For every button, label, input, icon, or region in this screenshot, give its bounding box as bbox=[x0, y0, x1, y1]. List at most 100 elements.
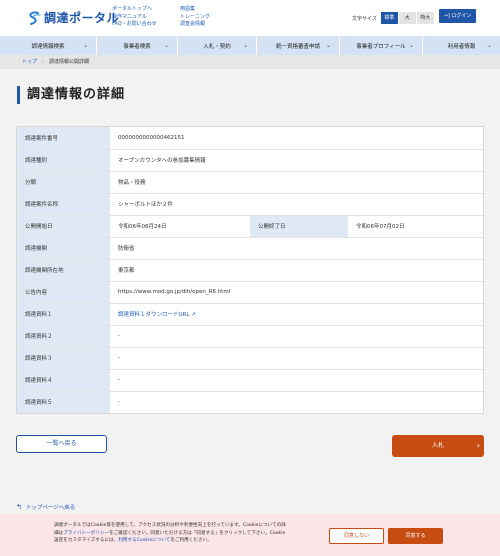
table-row: 調達機関所在地 東京都 bbox=[17, 259, 483, 282]
chevron-down-icon: ⌄ bbox=[163, 42, 169, 49]
agency-value: 防衛省 bbox=[110, 237, 483, 260]
nav-label: 事業者検索 bbox=[123, 43, 151, 50]
breadcrumb: トップ › 調達情報公開詳細 bbox=[0, 55, 500, 69]
nav-label: 入札・契約 bbox=[203, 43, 231, 50]
table-row: 調達案件名称 シャーボルトほか２件 bbox=[17, 193, 483, 216]
nav-label: 利用者情報 bbox=[447, 43, 476, 50]
chevron-right-icon: › bbox=[476, 441, 480, 450]
table-row: 調達資料４ - bbox=[17, 369, 483, 392]
global-nav: 調達情報検索 ⌄ 事業者検索 ⌄ 入札・契約 ⌄ 統一資格審査申請 ⌄ 事業者プ… bbox=[0, 36, 500, 55]
table-row: 調達種別 オープンカウンタへの参加募集情報 bbox=[17, 149, 483, 172]
header-links-secondary: 用語集 トレーニング 調査会情報 bbox=[180, 6, 210, 29]
manual-link[interactable]: 操作マニュアル bbox=[112, 14, 157, 22]
login-icon: →] bbox=[443, 13, 450, 19]
cookie-accept-button[interactable]: 同意する bbox=[388, 528, 443, 544]
nav-business-profile[interactable]: 事業者プロフィール ⌄ bbox=[340, 36, 422, 55]
doc1-cell: 調達資料１ダウンロードURL ↗ bbox=[110, 303, 483, 326]
back-to-top-link[interactable]: ↰ トップページへ戻る bbox=[16, 503, 75, 511]
doc5-value: - bbox=[110, 391, 483, 413]
font-size-xlarge-button[interactable]: 特大 bbox=[416, 12, 435, 24]
nav-label: 統一資格審査申請 bbox=[275, 43, 320, 50]
font-size-label: 文字サイズ bbox=[352, 15, 377, 22]
pub-start-label: 公開開始日 bbox=[17, 215, 110, 238]
doc3-label: 調達資料３ bbox=[17, 347, 110, 370]
back-to-list-button[interactable]: 一覧へ戻る bbox=[16, 435, 107, 453]
doc1-download-link[interactable]: 調達資料１ダウンロードURL bbox=[118, 312, 189, 318]
breadcrumb-current: 調達情報公開詳細 bbox=[49, 59, 90, 65]
table-row: 調達資料３ - bbox=[17, 347, 483, 370]
chevron-down-icon: ⌄ bbox=[408, 42, 414, 49]
breadcrumb-top-link[interactable]: トップ bbox=[22, 59, 37, 65]
cookie-line-2: 細はプライバシーポリシーをご確認ください。同意いただける方は「同意する」をクリッ… bbox=[54, 530, 317, 538]
content-value: https://www.mod.go.jp/dih/open_R6.html bbox=[110, 281, 483, 304]
cookie-text-segment: をご利用ください。 bbox=[170, 538, 212, 544]
category-value: 物品・役務 bbox=[110, 171, 483, 194]
pub-end-label: 公開終了日 bbox=[250, 215, 348, 238]
back-to-top-label: トップページへ戻る bbox=[25, 505, 76, 511]
cookie-deny-button[interactable]: 同意しない bbox=[329, 528, 384, 544]
detail-table: 調達案件番号 0000000000000462151 調達種別 オープンカウンタ… bbox=[17, 127, 483, 413]
nav-label: 調達情報検索 bbox=[31, 43, 65, 50]
case-number-label: 調達案件番号 bbox=[17, 127, 110, 150]
type-label: 調達種別 bbox=[17, 149, 110, 172]
glossary-link[interactable]: 用語集 bbox=[180, 6, 210, 14]
nav-procurement-search[interactable]: 調達情報検索 ⌄ bbox=[0, 36, 96, 55]
nav-business-search[interactable]: 事業者検索 ⌄ bbox=[97, 36, 177, 55]
cookie-line-1: 調達ポータルではCookie等を使用して、アクセス状況の分析や利便性向上を行って… bbox=[54, 523, 286, 528]
login-label: ログイン bbox=[451, 13, 472, 19]
case-number-value: 0000000000000462151 bbox=[110, 127, 483, 150]
cookie-banner: 調達ポータルではCookie等を使用して、アクセス状況の分析や利便性向上を行って… bbox=[0, 514, 500, 556]
agency-label: 調達機関 bbox=[17, 237, 110, 260]
location-value: 東京都 bbox=[110, 259, 483, 282]
training-link[interactable]: トレーニング bbox=[180, 14, 210, 22]
login-button[interactable]: →] ログイン bbox=[439, 9, 476, 23]
nav-bid-contract[interactable]: 入札・契約 ⌄ bbox=[178, 36, 256, 55]
table-row: 公開開始日 令和06年06月24日 公開終了日 令和06年07月02日 bbox=[17, 215, 483, 238]
table-row: 公告内容 https://www.mod.go.jp/dih/open_R6.h… bbox=[17, 281, 483, 304]
faq-link[interactable]: FAQ・お問い合わせ bbox=[112, 21, 157, 29]
cookie-message: 調達ポータルではCookie等を使用して、アクセス状況の分析や利便性向上を行って… bbox=[54, 522, 317, 545]
type-value: オープンカウンタへの参加募集情報 bbox=[110, 149, 483, 172]
site-header: 調達ポータル ポータルトップへ 操作マニュアル FAQ・お問い合わせ 用語集 ト… bbox=[0, 0, 500, 36]
site-logo[interactable]: 調達ポータル bbox=[26, 9, 119, 26]
chevron-down-icon: ⌄ bbox=[486, 42, 492, 49]
table-row: 調達資料２ - bbox=[17, 325, 483, 348]
font-size-large-button[interactable]: 大 bbox=[398, 12, 417, 24]
privacy-policy-link[interactable]: プライバシーポリシー bbox=[63, 531, 109, 536]
font-size-standard-button[interactable]: 標準 bbox=[380, 12, 399, 24]
pub-end-value: 令和06年07月02日 bbox=[348, 215, 483, 238]
name-value: シャーボルトほか２件 bbox=[110, 193, 483, 216]
cookie-text-segment: をご確認ください。同意いただける方は「同意する」をクリックして下さい。Cooki… bbox=[109, 530, 286, 536]
page-title: 調達情報の詳細 bbox=[17, 86, 125, 104]
name-label: 調達案件名称 bbox=[17, 193, 110, 216]
external-link-icon: ↗ bbox=[191, 312, 196, 318]
pub-start-value: 令和06年06月24日 bbox=[110, 215, 250, 238]
table-row: 調達案件番号 0000000000000462151 bbox=[17, 127, 483, 150]
table-row: 調達機関 防衛省 bbox=[17, 237, 483, 260]
nav-qualification[interactable]: 統一資格審査申請 ⌄ bbox=[257, 36, 339, 55]
content-label: 公告内容 bbox=[17, 281, 110, 304]
chevron-down-icon: ⌄ bbox=[325, 42, 331, 49]
doc4-value: - bbox=[110, 369, 483, 392]
doc2-label: 調達資料２ bbox=[17, 325, 110, 348]
nav-user-info[interactable]: 利用者情報 ⌄ bbox=[423, 36, 500, 55]
survey-link[interactable]: 調査会情報 bbox=[180, 21, 210, 29]
cookie-text-segment: 設定をカスタマイズするには、 bbox=[54, 538, 119, 544]
cookie-usage-link[interactable]: 利用するCookieについて bbox=[118, 538, 170, 543]
bid-button[interactable]: 入札 › bbox=[392, 435, 484, 457]
doc4-label: 調達資料４ bbox=[17, 369, 110, 392]
chevron-down-icon: ⌄ bbox=[82, 42, 88, 49]
breadcrumb-chevron-icon: › bbox=[42, 59, 45, 65]
portal-top-link[interactable]: ポータルトップへ bbox=[112, 6, 157, 14]
doc2-value: - bbox=[110, 325, 483, 348]
table-row: 調達資料５ - bbox=[17, 391, 483, 413]
cookie-line-3: 設定をカスタマイズするには、利用するCookieについてをご利用ください。 bbox=[54, 537, 317, 545]
logo-text: 調達ポータル bbox=[44, 11, 120, 25]
doc1-label: 調達資料１ bbox=[17, 303, 110, 326]
cookie-text-segment: 細は bbox=[54, 530, 64, 536]
logo-swirl-icon bbox=[29, 11, 41, 25]
bid-label: 入札 bbox=[431, 442, 444, 449]
font-size-switcher: 文字サイズ 標準 大 特大 bbox=[352, 12, 435, 24]
header-links-primary: ポータルトップへ 操作マニュアル FAQ・お問い合わせ bbox=[112, 6, 157, 29]
table-row: 調達資料１ 調達資料１ダウンロードURL ↗ bbox=[17, 303, 483, 326]
